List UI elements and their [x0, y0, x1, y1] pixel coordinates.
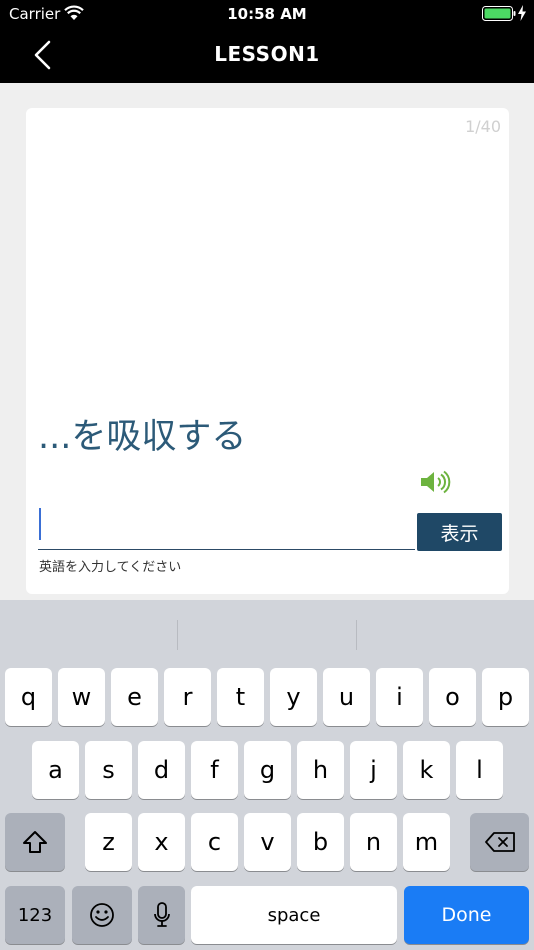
show-answer-button[interactable]: 表示 — [417, 513, 502, 551]
key-d[interactable]: d — [138, 741, 185, 799]
key-y[interactable]: y — [270, 668, 317, 726]
key-s[interactable]: s — [85, 741, 132, 799]
key-i[interactable]: i — [376, 668, 423, 726]
key-r[interactable]: r — [164, 668, 211, 726]
status-time: 10:58 AM — [227, 5, 307, 23]
key-u[interactable]: u — [323, 668, 370, 726]
emoji-key[interactable] — [72, 886, 132, 944]
battery-icon — [482, 6, 516, 21]
key-p[interactable]: p — [482, 668, 529, 726]
backspace-icon — [484, 832, 515, 852]
suggestion-divider — [177, 620, 178, 650]
suggestion-divider — [356, 620, 357, 650]
shift-icon — [23, 831, 47, 853]
input-hint: 英語を入力してください — [39, 560, 182, 575]
key-k[interactable]: k — [403, 741, 450, 799]
key-l[interactable]: l — [456, 741, 503, 799]
microphone-icon — [153, 902, 170, 927]
keyboard: q w e r t y u i o p a s d f g h j k l z … — [0, 600, 534, 950]
key-j[interactable]: j — [350, 741, 397, 799]
shift-key[interactable] — [5, 813, 65, 871]
key-t[interactable]: t — [217, 668, 264, 726]
key-f[interactable]: f — [191, 741, 238, 799]
key-c[interactable]: c — [191, 813, 238, 871]
backspace-key[interactable] — [470, 813, 529, 871]
speaker-icon[interactable] — [419, 470, 453, 494]
emoji-icon — [90, 903, 114, 927]
text-caret — [39, 508, 41, 540]
space-key[interactable]: space — [191, 886, 397, 944]
answer-input[interactable] — [38, 506, 415, 550]
dictation-key[interactable] — [138, 886, 185, 944]
key-q[interactable]: q — [5, 668, 52, 726]
flashcard: 1/40 ...を吸収する 表示 英語を入力してください — [26, 108, 509, 594]
key-v[interactable]: v — [244, 813, 291, 871]
card-counter: 1/40 — [465, 117, 501, 136]
nav-bar: LESSON1 — [0, 28, 534, 83]
key-m[interactable]: m — [403, 813, 450, 871]
key-z[interactable]: z — [85, 813, 132, 871]
lesson-content: 1/40 ...を吸収する 表示 英語を入力してください — [0, 83, 534, 600]
charging-bolt-icon — [518, 5, 526, 21]
status-bar: Carrier 10:58 AM — [0, 0, 534, 28]
numbers-key[interactable]: 123 — [5, 886, 65, 944]
key-w[interactable]: w — [58, 668, 105, 726]
key-e[interactable]: e — [111, 668, 158, 726]
key-a[interactable]: a — [32, 741, 79, 799]
key-h[interactable]: h — [297, 741, 344, 799]
key-g[interactable]: g — [244, 741, 291, 799]
key-x[interactable]: x — [138, 813, 185, 871]
prompt-text: ...を吸収する — [38, 417, 247, 457]
page-title: LESSON1 — [214, 42, 320, 66]
suggestion-bar — [0, 600, 534, 668]
done-key[interactable]: Done — [404, 886, 529, 944]
key-o[interactable]: o — [429, 668, 476, 726]
key-n[interactable]: n — [350, 813, 397, 871]
key-b[interactable]: b — [297, 813, 344, 871]
